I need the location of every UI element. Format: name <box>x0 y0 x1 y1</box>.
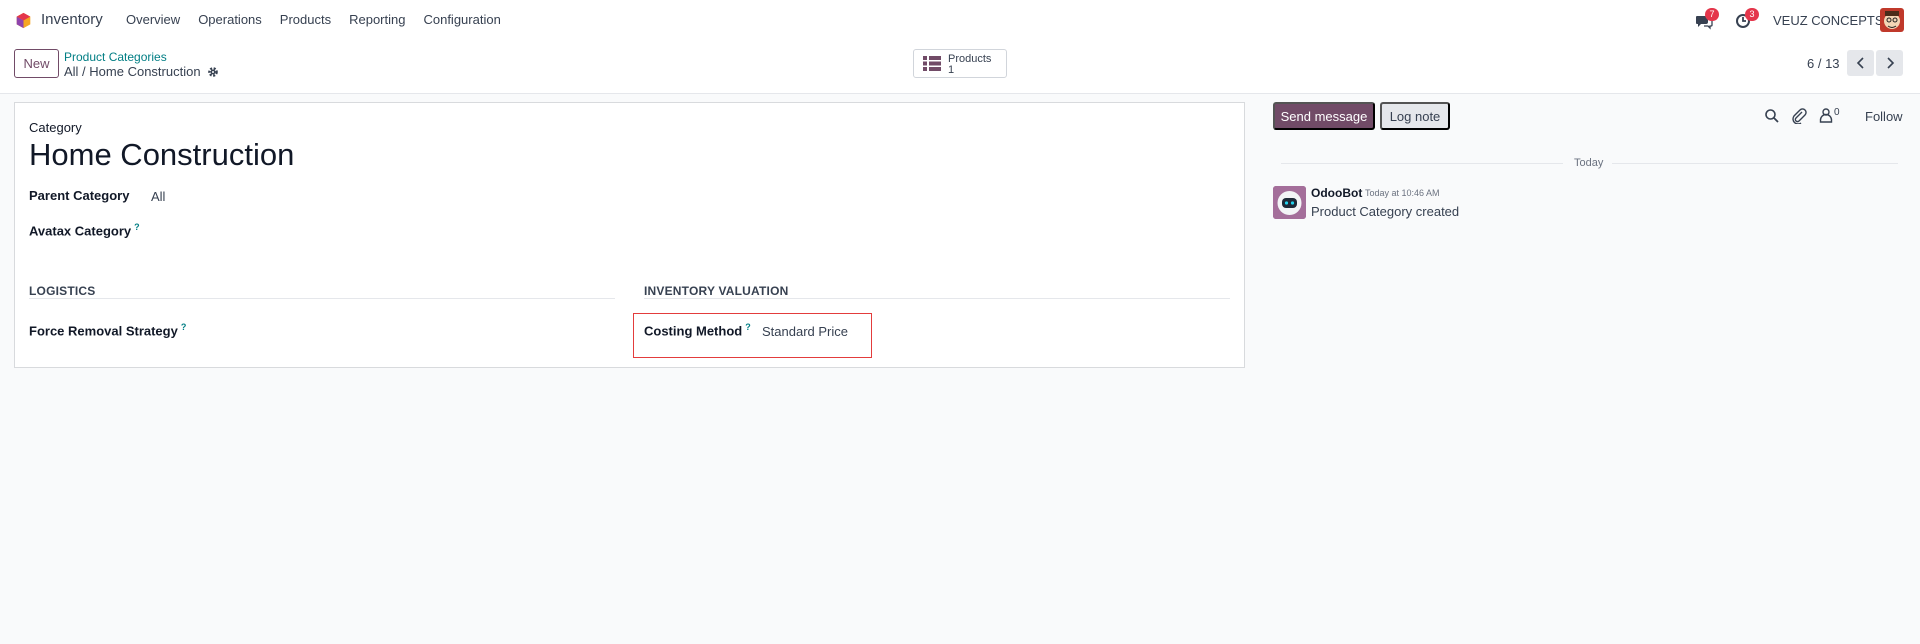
follow-button[interactable]: Follow <box>1865 109 1903 124</box>
odoobot-avatar[interactable] <box>1273 186 1306 219</box>
force-removal-label: Force Removal Strategy? <box>29 322 186 338</box>
chevron-left-icon <box>1856 57 1864 69</box>
menu-item-products[interactable]: Products <box>280 12 331 27</box>
parent-category-label: Parent Category <box>29 188 130 203</box>
force-removal-label-text: Force Removal Strategy <box>29 323 178 339</box>
log-note-button[interactable]: Log note <box>1380 102 1450 130</box>
logistics-title: LOGISTICS <box>29 284 96 298</box>
date-separator: Today <box>1574 157 1604 169</box>
costing-method-highlight <box>633 313 872 358</box>
message-time: Today at 10:46 AM <box>1365 188 1440 198</box>
app-name[interactable]: Inventory <box>41 11 103 28</box>
followers-count: 0 <box>1834 107 1840 118</box>
breadcrumb-parent[interactable]: Product Categories <box>64 50 167 64</box>
menu-item-configuration[interactable]: Configuration <box>423 12 500 27</box>
user-avatar[interactable] <box>1880 8 1904 32</box>
page-title[interactable]: Home Construction <box>29 137 294 173</box>
products-smart-label: Products <box>948 53 992 65</box>
date-separator-line-right <box>1612 163 1898 164</box>
app-logo-icon[interactable] <box>15 12 32 29</box>
search-icon[interactable] <box>1764 108 1780 124</box>
pager-next-button[interactable] <box>1876 50 1903 76</box>
breadcrumb-current: All / Home Construction <box>64 64 219 79</box>
odoobot-avatar-icon <box>1273 186 1306 219</box>
control-panel: New Product Categories All / Home Constr… <box>0 41 1920 94</box>
breadcrumb-current-label: All / Home Construction <box>64 64 201 79</box>
gear-icon[interactable] <box>207 66 219 78</box>
date-separator-line-left <box>1281 163 1563 164</box>
messages-button[interactable]: 7 <box>1695 8 1719 30</box>
products-smart-count: 1 <box>948 64 955 76</box>
paperclip-icon[interactable] <box>1791 108 1807 124</box>
new-button[interactable]: New <box>14 49 59 78</box>
message-author[interactable]: OdooBot <box>1311 186 1362 200</box>
activities-button[interactable]: 3 <box>1735 8 1759 30</box>
avatax-category-label-text: Avatax Category <box>29 223 132 239</box>
messages-badge: 7 <box>1705 8 1719 21</box>
chevron-right-icon <box>1886 57 1894 69</box>
inventory-valuation-divider <box>644 298 1230 299</box>
inventory-valuation-title: INVENTORY VALUATION <box>644 284 789 298</box>
avatax-category-label: Avatax Category? <box>29 222 140 238</box>
menu-item-operations[interactable]: Operations <box>198 12 262 27</box>
logistics-divider <box>29 298 615 299</box>
followers-icon <box>1819 108 1833 123</box>
force-removal-help-icon[interactable]: ? <box>181 322 187 332</box>
message-body: Product Category created <box>1311 204 1460 219</box>
user-avatar-icon <box>1880 8 1904 32</box>
category-label: Category <box>29 120 82 135</box>
avatax-help-icon[interactable]: ? <box>134 222 140 232</box>
menu-item-reporting[interactable]: Reporting <box>349 12 405 27</box>
products-smart-button[interactable]: Products 1 <box>913 49 1007 78</box>
company-switcher[interactable]: VEUZ CONCEPTS <box>1773 13 1884 28</box>
pager-value[interactable]: 6 / 13 <box>1807 56 1840 71</box>
menu-item-overview[interactable]: Overview <box>126 12 180 27</box>
activities-badge: 3 <box>1745 8 1759 21</box>
list-icon <box>923 56 941 71</box>
main-menu: Overview Operations Products Reporting C… <box>126 12 519 27</box>
parent-category-field[interactable]: All <box>151 189 165 204</box>
send-message-button[interactable]: Send message <box>1273 102 1375 130</box>
pager-previous-button[interactable] <box>1847 50 1874 76</box>
followers-button[interactable]: 0 <box>1819 107 1840 123</box>
top-navbar: Inventory Overview Operations Products R… <box>0 0 1920 41</box>
